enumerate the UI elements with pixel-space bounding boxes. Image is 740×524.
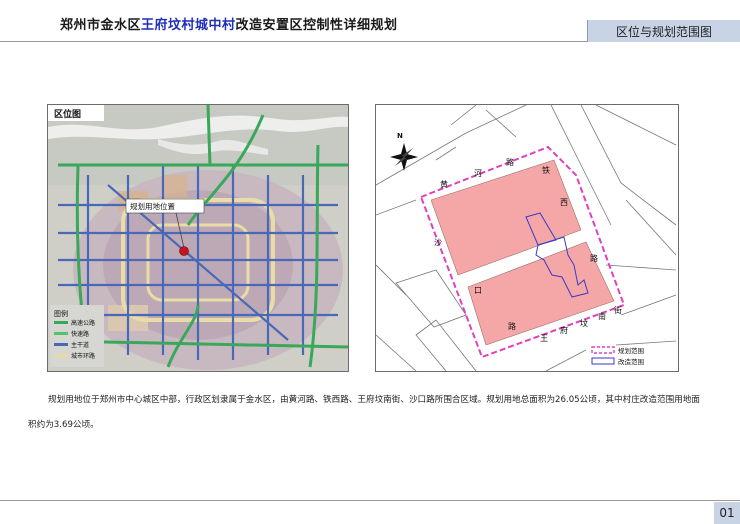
section-tab: 区位与规划范围图 <box>587 20 740 42</box>
document-title: 郑州市金水区王府坟村城中村改造安置区控制性详细规划 <box>60 14 398 33</box>
road-huanghe-char-3: 路 <box>506 157 514 167</box>
road-tiexi-char-3: 路 <box>590 253 598 263</box>
road-wangfufen-char-5: 街 <box>614 305 622 315</box>
road-tiexi-char-1: 铁 <box>542 165 550 175</box>
road-shakou-char-1: 沙 <box>434 238 442 247</box>
section-tab-label: 区位与规划范围图 <box>615 24 712 39</box>
road-shakou-char-3: 路 <box>508 321 516 331</box>
site-plan-panel: 黄 河 路 铁 西 路 沙 口 路 王 府 坟 南 街 N 规划范围 改造范围 <box>375 104 679 372</box>
legend-item-label: 城市环路 <box>71 352 95 360</box>
location-map-legend: 图例 高速公路快速路主干道城市环路 <box>50 305 104 367</box>
location-map-panel: 区位图 规划用地位置 图例 高速公路快速路主干道城市环路 <box>47 104 349 372</box>
title-highlight: 王府坟村城中村 <box>141 18 236 33</box>
site-plan-map: 黄 河 路 铁 西 路 沙 口 路 王 府 坟 南 街 N 规划范围 改造范围 <box>376 105 678 371</box>
legend-planning-label: 规划范围 <box>618 346 644 355</box>
legend-title: 图例 <box>54 309 68 318</box>
legend-item-label: 快速路 <box>71 330 89 338</box>
title-part-2: 改造安置区控制性详细规划 <box>235 18 398 33</box>
road-huanghe-char-1: 黄 <box>440 179 448 189</box>
page-number-label: 01 <box>719 506 735 520</box>
footer-divider <box>0 500 740 501</box>
location-map: 区位图 规划用地位置 图例 高速公路快速路主干道城市环路 <box>48 105 348 371</box>
site-location-label: 规划用地位置 <box>130 201 175 211</box>
road-shakou-char-2: 口 <box>474 286 482 295</box>
road-wangfufen-char-4: 南 <box>598 311 606 321</box>
road-wangfufen-char-3: 坟 <box>580 318 588 328</box>
title-part-1: 郑州市金水区 <box>60 18 142 33</box>
description-paragraph: 规划用地位于郑州市中心城区中部，行政区划隶属于金水区，由黄河路、铁西路、王府坟南… <box>28 395 700 430</box>
road-huanghe-char-2: 河 <box>474 168 482 178</box>
page-number: 01 <box>714 502 740 524</box>
legend-item-label: 主干道 <box>71 341 89 349</box>
road-tiexi-char-2: 西 <box>560 198 568 207</box>
location-map-title: 区位图 <box>54 108 81 120</box>
site-marker-icon <box>179 246 189 256</box>
legend-renovation-label: 改造范围 <box>618 357 644 366</box>
legend-item-label: 高速公路 <box>71 319 95 327</box>
road-wangfufen-char-2: 府 <box>560 325 568 335</box>
road-wangfufen-char-1: 王 <box>540 334 548 343</box>
north-label: N <box>397 132 403 140</box>
